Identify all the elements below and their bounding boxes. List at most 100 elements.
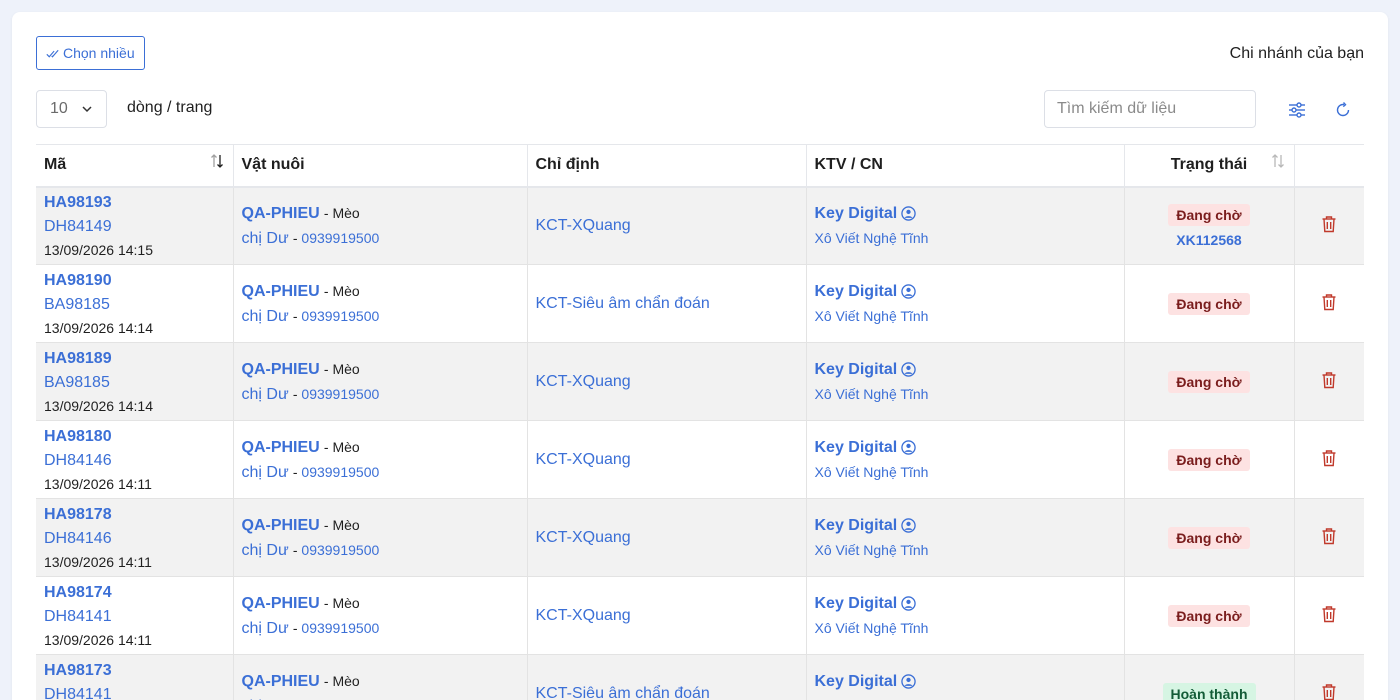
owner-name: chị Dư [241, 463, 289, 481]
record-code-link[interactable]: HA98189 [44, 347, 225, 371]
trash-icon[interactable] [1321, 527, 1337, 545]
record-time: 13/09/2026 14:11 [44, 475, 152, 492]
ktv-name-label: Key Digital [814, 438, 898, 456]
reference-code-link[interactable]: BA98185 [44, 371, 225, 395]
pet-name-link[interactable]: QA-PHIEU [242, 517, 320, 534]
pet-name-link[interactable]: QA-PHIEU [242, 361, 320, 378]
pet-line: QA-PHIEU - Mèo [242, 279, 519, 304]
owner-phone: 0939919500 [301, 619, 380, 636]
trash-icon[interactable] [1321, 605, 1337, 623]
status-badge: Đang chờ [1168, 203, 1250, 226]
status-badge: Đang chờ [1168, 370, 1250, 393]
ktv-branch: Xô Viết Nghệ Tĩnh [814, 229, 929, 246]
record-code-link[interactable]: HA98193 [44, 191, 225, 215]
ktv-branch: Xô Viết Nghệ Tĩnh [815, 694, 1116, 700]
owner-line: chị Dư - 0939919500 [242, 694, 519, 700]
reference-code-link[interactable]: BA98185 [44, 293, 225, 317]
cell-code: HA98178 DH84146 13/09/2026 14:11 [36, 498, 234, 577]
table-header-row: Mã Vật nuôi Chỉ định KTV / CN Trạng thái [36, 144, 1364, 188]
header-code-label: Mã [44, 156, 67, 174]
refresh-icon [1336, 102, 1350, 117]
page-size-value: 10 [50, 100, 68, 117]
ktv-name: Key Digital [815, 358, 917, 382]
cell-ktv: Key Digital Xô Viết Nghệ Tĩnh [806, 420, 1125, 499]
cell-code: HA98174 DH84141 13/09/2026 14:11 [36, 576, 234, 655]
owner-line: chị Dư - 0939919500 [242, 616, 519, 641]
owner-phone: 0939919500 [301, 541, 380, 558]
reference-code-link[interactable]: DH84141 [44, 605, 225, 629]
cell-actions [1294, 264, 1364, 343]
service-link[interactable]: KCT-Siêu âm chẩn đoán [536, 295, 710, 312]
cell-status: Đang chờ [1124, 264, 1295, 343]
record-code-link[interactable]: HA98173 [44, 659, 225, 683]
records-table: Mã Vật nuôi Chỉ định KTV / CN Trạng thái [36, 144, 1364, 700]
refresh-button[interactable] [1332, 99, 1354, 121]
record-code-link[interactable]: HA98174 [44, 581, 225, 605]
search-input[interactable] [1044, 90, 1256, 128]
cell-service: KCT-XQuang [527, 186, 807, 265]
pet-name-link[interactable]: QA-PHIEU [242, 673, 320, 690]
record-code-link[interactable]: HA98190 [44, 269, 225, 293]
pet-name-link[interactable]: QA-PHIEU [242, 595, 320, 612]
status-badge: Hoàn thành [1162, 682, 1256, 700]
branch-label: Chi nhánh của bạn [1229, 45, 1364, 62]
sort-arrows-icon[interactable] [1271, 153, 1285, 169]
pet-species: Mèo [332, 204, 360, 221]
service-link[interactable]: KCT-XQuang [536, 529, 631, 546]
trash-icon[interactable] [1321, 683, 1337, 700]
cell-pet: QA-PHIEU - Mèo chị Dư - 0939919500 [233, 654, 528, 700]
cell-ktv: Key Digital Xô Viết Nghệ Tĩnh [806, 498, 1125, 577]
pet-species: Mèo [332, 672, 360, 689]
header-status-label: Trạng thái [1170, 156, 1248, 174]
cell-actions [1294, 576, 1364, 655]
service-link[interactable]: KCT-XQuang [536, 217, 631, 234]
main-card: Chọn nhiều Chi nhánh của bạn 10 dòng / t… [12, 12, 1388, 700]
service-link[interactable]: KCT-Siêu âm chẩn đoán [536, 685, 710, 700]
trash-icon[interactable] [1321, 371, 1337, 389]
filter-settings-button[interactable] [1286, 99, 1308, 121]
ktv-branch: Xô Viết Nghệ Tĩnh [814, 463, 929, 480]
user-circle-icon [901, 440, 916, 455]
cell-service: KCT-XQuang [527, 420, 807, 499]
service-link[interactable]: KCT-XQuang [536, 607, 631, 624]
sort-arrows-icon[interactable] [210, 153, 224, 169]
service-link[interactable]: KCT-XQuang [536, 451, 631, 468]
header-code[interactable]: Mã [36, 144, 234, 188]
reference-code-link[interactable]: DH84149 [44, 215, 225, 239]
cell-service: KCT-XQuang [527, 342, 807, 421]
cell-service: KCT-XQuang [527, 576, 807, 655]
cell-actions [1294, 498, 1364, 577]
cell-code: HA98193 DH84149 13/09/2026 14:15 [36, 186, 234, 265]
trash-icon[interactable] [1321, 449, 1337, 467]
record-time: 13/09/2026 14:11 [44, 631, 152, 648]
pet-species: Mèo [332, 516, 360, 533]
ktv-name-label: Key Digital [814, 282, 898, 300]
reference-code-link[interactable]: DH84146 [44, 527, 225, 551]
select-multiple-button[interactable]: Chọn nhiều [36, 36, 145, 70]
record-code-link[interactable]: HA98180 [44, 425, 225, 449]
header-pet-label: Vật nuôi [241, 156, 305, 174]
pet-species: Mèo [332, 282, 360, 299]
record-time: 13/09/2026 14:14 [44, 397, 153, 414]
status-badge: Đang chờ [1168, 292, 1250, 315]
pet-line: QA-PHIEU - Mèo [242, 591, 519, 616]
record-code-link[interactable]: HA98178 [44, 503, 225, 527]
cell-status: Hoàn thành [1124, 654, 1295, 700]
cell-pet: QA-PHIEU - Mèo chị Dư - 0939919500 [233, 576, 528, 655]
header-status[interactable]: Trạng thái [1124, 144, 1295, 188]
pet-name-link[interactable]: QA-PHIEU [242, 205, 320, 222]
order-code-link[interactable]: XK112568 [1133, 232, 1286, 248]
pet-name-link[interactable]: QA-PHIEU [242, 283, 320, 300]
page-size-select[interactable]: 10 [36, 90, 107, 128]
ktv-name: Key Digital [815, 436, 917, 460]
trash-icon[interactable] [1321, 293, 1337, 311]
reference-code-link[interactable]: DH84146 [44, 449, 225, 473]
pet-name-link[interactable]: QA-PHIEU [242, 439, 320, 456]
reference-code-link[interactable]: DH84141 [44, 683, 225, 700]
pet-line: QA-PHIEU - Mèo [242, 435, 519, 460]
status-badge: Đang chờ [1168, 526, 1250, 549]
check-double-icon [46, 49, 59, 58]
cell-status: Đang chờ XK112568 [1124, 186, 1295, 265]
trash-icon[interactable] [1321, 215, 1337, 233]
service-link[interactable]: KCT-XQuang [536, 373, 631, 390]
